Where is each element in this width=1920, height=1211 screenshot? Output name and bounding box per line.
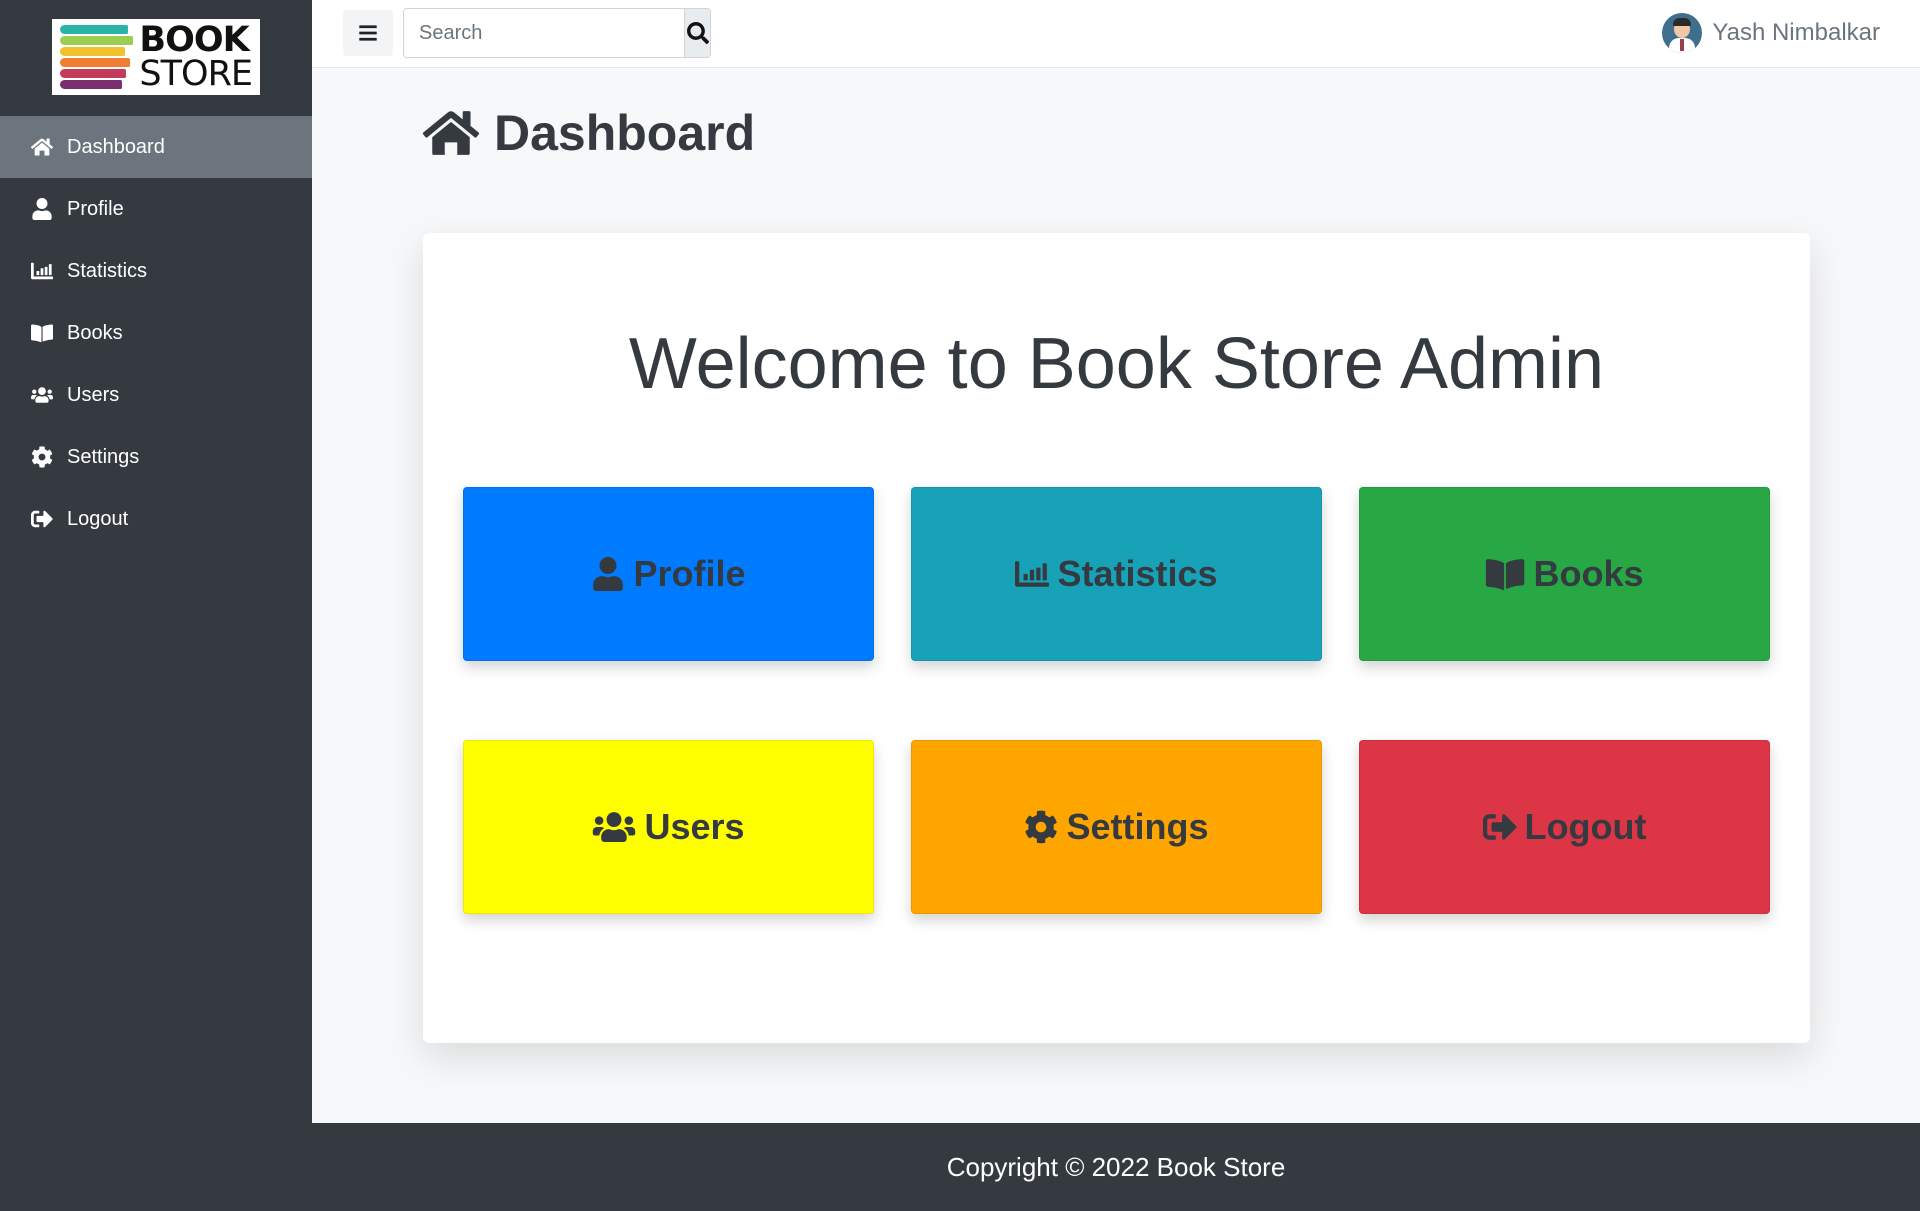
logo-stripe	[60, 47, 125, 56]
tile-users[interactable]: Users	[463, 740, 874, 914]
sidebar-item-label: Settings	[67, 445, 140, 468]
user-name: Yash Nimbalkar	[1712, 19, 1880, 46]
tile-label: Logout	[1524, 806, 1647, 847]
gear-icon	[30, 445, 54, 469]
sidebar-item-label: Logout	[67, 507, 129, 530]
logo-stripes	[60, 25, 134, 89]
user-icon	[30, 197, 54, 221]
bar-chart-icon	[30, 259, 54, 283]
welcome-card: Welcome to Book Store Admin Profile Stat…	[423, 233, 1810, 1043]
search-input[interactable]	[404, 9, 684, 57]
user-icon	[591, 557, 625, 591]
sidebar-item-profile[interactable]: Profile	[0, 178, 312, 240]
bar-chart-icon	[1015, 557, 1049, 591]
sidebar-item-statistics[interactable]: Statistics	[0, 240, 312, 302]
page-title: Dashboard	[422, 104, 755, 162]
logo-stripe	[60, 58, 131, 67]
copyright-text: Copyright © 2022 Book Store	[946, 1151, 1286, 1182]
tile-statistics[interactable]: Statistics	[911, 487, 1322, 661]
sidebar-toggle-button[interactable]	[343, 10, 393, 56]
users-icon	[592, 810, 636, 844]
search-box	[403, 8, 711, 58]
sidebar: BOOK STORE Dashboard Profile Statistics …	[0, 0, 312, 1211]
sidebar-item-users[interactable]: Users	[0, 364, 312, 426]
tile-label: Users	[644, 806, 745, 847]
logo-stripe	[60, 80, 122, 89]
hamburger-icon	[358, 23, 378, 43]
sidebar-item-label: Books	[67, 321, 123, 344]
logo-word-book: BOOK	[139, 20, 249, 60]
gear-icon	[1024, 810, 1058, 844]
home-icon	[30, 135, 54, 159]
sidebar-item-label: Dashboard	[67, 135, 165, 158]
sidebar-item-settings[interactable]: Settings	[0, 426, 312, 488]
page-title-text: Dashboard	[494, 105, 756, 161]
logo-stripe	[60, 69, 127, 78]
welcome-heading: Welcome to Book Store Admin	[628, 324, 1605, 404]
sign-out-icon	[30, 507, 54, 531]
sign-out-icon	[1483, 810, 1517, 844]
tile-label: Books	[1533, 553, 1644, 594]
sidebar-item-label: Profile	[67, 197, 124, 220]
logo-stripe	[60, 36, 134, 45]
home-icon	[422, 108, 480, 158]
topbar: Yash Nimbalkar	[312, 0, 1920, 68]
avatar	[1662, 13, 1703, 53]
sidebar-item-label: Statistics	[67, 259, 148, 282]
sidebar-item-dashboard[interactable]: Dashboard	[0, 116, 312, 178]
footer: Copyright © 2022 Book Store	[312, 1123, 1920, 1211]
tile-profile[interactable]: Profile	[463, 487, 874, 661]
logo-word-store: STORE	[139, 54, 253, 94]
users-icon	[30, 383, 54, 407]
logo-stripe	[60, 25, 128, 34]
tile-settings[interactable]: Settings	[911, 740, 1322, 914]
user-menu[interactable]: Yash Nimbalkar	[1662, 12, 1880, 54]
tile-logout[interactable]: Logout	[1359, 740, 1770, 914]
tile-label: Settings	[1066, 806, 1209, 847]
search-icon	[687, 22, 709, 44]
tile-label: Profile	[633, 553, 746, 594]
logo-text: BOOK STORE	[139, 20, 253, 94]
tile-label: Statistics	[1057, 553, 1218, 594]
sidebar-item-logout[interactable]: Logout	[0, 488, 312, 550]
book-open-icon	[1485, 557, 1525, 591]
sidebar-item-label: Users	[67, 383, 120, 406]
tile-books[interactable]: Books	[1359, 487, 1770, 661]
search-button[interactable]	[684, 9, 710, 57]
sidebar-item-books[interactable]: Books	[0, 302, 312, 364]
sidebar-nav: Dashboard Profile Statistics Books Users…	[0, 116, 312, 550]
book-store-logo[interactable]: BOOK STORE	[52, 19, 260, 95]
book-open-icon	[30, 321, 54, 345]
